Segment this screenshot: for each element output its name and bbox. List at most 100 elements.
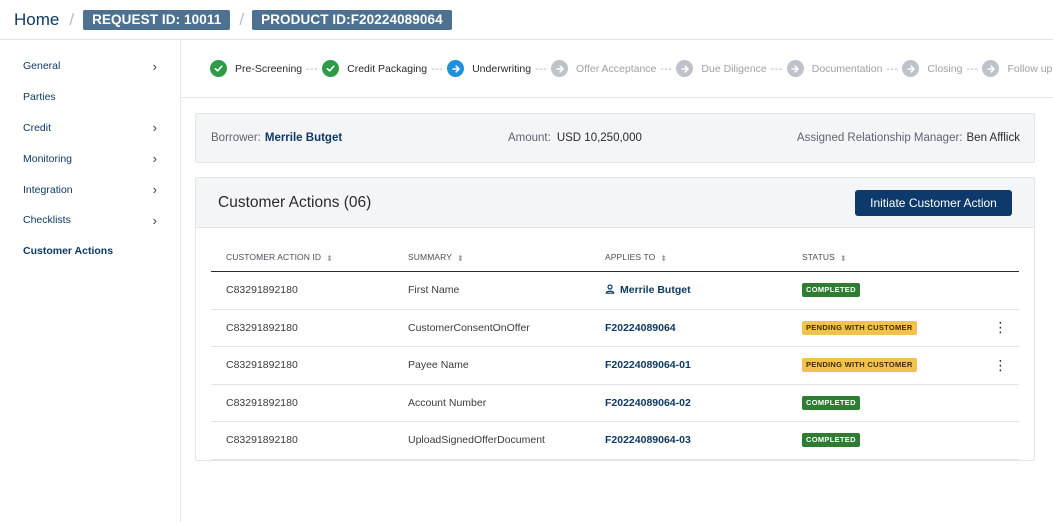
sidebar-item-customer-actions[interactable]: Customer Actions [0,236,180,267]
manager-name: Ben Afflick [966,132,1021,144]
main-content: Pre-Screening --- Credit Packaging --- U… [181,40,1053,522]
sidebar-item-credit[interactable]: Credit › [0,113,180,144]
summary-cell: UploadSignedOfferDocument [408,434,545,447]
status-cell: COMPLETED [802,395,982,410]
check-icon [210,60,227,77]
applies-to-link[interactable]: F20224089064 [605,322,676,334]
chevron-right-icon: › [152,212,157,228]
sidebar-item-label: General [23,60,61,73]
status-badge: COMPLETED [802,283,860,298]
table-row[interactable]: C83291892180 Payee Name F20224089064-01 … [211,347,1019,385]
manager-field: Assigned Relationship Manager: Ben Afflic… [797,132,1020,144]
step-label: Offer Acceptance [576,62,657,75]
summary-cell: Payee Name [408,359,469,372]
sidebar-item-parties[interactable]: Parties [0,82,180,113]
column-header-status[interactable]: STATUS ⬍ [802,252,982,262]
status-badge: COMPLETED [802,433,860,448]
action-id-cell: C83291892180 [226,284,298,297]
step-label: Closing [927,62,963,75]
sidebar-item-monitoring[interactable]: Monitoring › [0,143,180,174]
step-label: Pre-Screening [235,62,303,75]
status-badge: COMPLETED [802,395,860,410]
step-credit-packaging[interactable]: Credit Packaging [322,60,427,77]
borrower-label: Borrower: [211,132,261,144]
sort-icon[interactable]: ⬍ [840,254,847,263]
initiate-customer-action-button[interactable]: Initiate Customer Action [855,190,1012,216]
step-connector: --- [770,62,783,75]
sidebar-item-label: Integration [23,183,73,196]
more-options-icon[interactable]: ⋮ [994,319,1008,335]
step-documentation[interactable]: Documentation [786,60,882,77]
sort-icon[interactable]: ⬍ [660,254,667,263]
chevron-right-icon: › [152,182,157,198]
applies-to-cell[interactable]: F20224089064-02 [605,397,802,409]
step-due-diligence[interactable]: Due Diligence [676,60,767,77]
arrow-right-icon [447,60,465,77]
step-follow-up[interactable]: Follow up [982,60,1052,77]
summary-cell: First Name [408,284,460,297]
applies-to-cell[interactable]: F20224089064 [605,322,802,334]
sidebar-item-label: Monitoring [23,152,73,165]
applies-to-cell[interactable]: F20224089064-01 [605,359,802,371]
sidebar-item-general[interactable]: General › [0,51,180,82]
customer-actions-table: CUSTOMER ACTION ID ⬍ SUMMARY ⬍ APPLIES TO ⬍… [211,244,1019,460]
applies-to-link[interactable]: Merrile Butget [620,284,691,296]
status-cell: COMPLETED [802,433,982,448]
arrow-right-icon [982,60,1000,77]
step-connector: --- [660,62,673,75]
chevron-right-icon: › [152,151,157,167]
step-pre-screening[interactable]: Pre-Screening [210,60,302,77]
arrow-right-icon [551,60,569,77]
summary-cell: CustomerConsentOnOffer [408,321,530,334]
breadcrumb: Home / REQUEST ID: 10011 / PRODUCT ID:F2… [0,0,1053,40]
table-row[interactable]: C83291892180 UploadSignedOfferDocument F… [211,422,1019,460]
check-icon [322,60,340,77]
more-options-icon[interactable]: ⋮ [994,357,1008,373]
step-connector: --- [535,62,548,75]
chevron-right-icon: › [152,58,157,74]
step-connector: --- [431,62,444,75]
sort-icon[interactable]: ⬍ [457,254,464,263]
table-row[interactable]: C83291892180 CustomerConsentOnOffer F202… [211,310,1019,347]
step-underwriting[interactable]: Underwriting [447,60,531,77]
workflow-stepper: Pre-Screening --- Credit Packaging --- U… [181,40,1053,98]
borrower-field: Borrower: Merrile Butget [211,132,342,144]
sidebar-item-label: Parties [23,91,56,104]
step-connector: --- [886,62,899,75]
applies-to-link[interactable]: F20224089064-02 [605,397,691,409]
amount-label: Amount: [508,132,551,144]
applies-to-link[interactable]: F20224089064-01 [605,359,691,371]
status-cell: PENDING WITH CUSTOMER [802,358,982,373]
step-offer-acceptance[interactable]: Offer Acceptance [551,60,656,77]
column-header-applies-to[interactable]: APPLIES TO ⬍ [605,252,802,262]
column-header-id[interactable]: CUSTOMER ACTION ID ⬍ [211,252,408,262]
sidebar-item-checklists[interactable]: Checklists › [0,205,180,236]
product-id-chip[interactable]: PRODUCT ID:F20224089064 [252,9,452,30]
action-id-cell: C83291892180 [226,359,298,372]
sort-icon[interactable]: ⬍ [326,254,333,263]
card-header: Customer Actions (06) Initiate Customer … [196,178,1034,228]
arrow-right-icon [676,60,694,77]
sidebar-item-label: Customer Actions [23,245,114,258]
status-cell: COMPLETED [802,283,982,298]
sidebar-item-label: Credit [23,121,52,134]
manager-label: Assigned Relationship Manager: [796,132,963,144]
borrower-summary: Borrower: Merrile Butget Amount: USD 10,25… [195,113,1035,163]
table-row[interactable]: C83291892180 First Name Merrile Butget C… [211,272,1019,310]
request-id-chip[interactable]: REQUEST ID: 10011 [83,9,231,30]
step-connector: --- [966,62,979,75]
step-label: Follow up [1007,62,1053,75]
column-header-summary[interactable]: SUMMARY ⬍ [408,252,605,262]
step-closing[interactable]: Closing [902,60,962,77]
summary-cell: Account Number [408,396,487,409]
page-title: Customer Actions (06) [218,194,372,211]
borrower-name: Merrile Butget [264,132,343,144]
sidebar: General › Parties Credit › Monitoring › … [0,40,181,522]
amount-value: USD 10,250,000 [556,132,642,144]
applies-to-cell[interactable]: Merrile Butget [605,284,802,297]
sidebar-item-integration[interactable]: Integration › [0,174,180,205]
applies-to-cell[interactable]: F20224089064-03 [605,434,802,446]
applies-to-link[interactable]: F20224089064-03 [605,434,691,446]
breadcrumb-home-link[interactable]: Home [14,10,59,30]
table-row[interactable]: C83291892180 Account Number F20224089064… [211,385,1019,422]
